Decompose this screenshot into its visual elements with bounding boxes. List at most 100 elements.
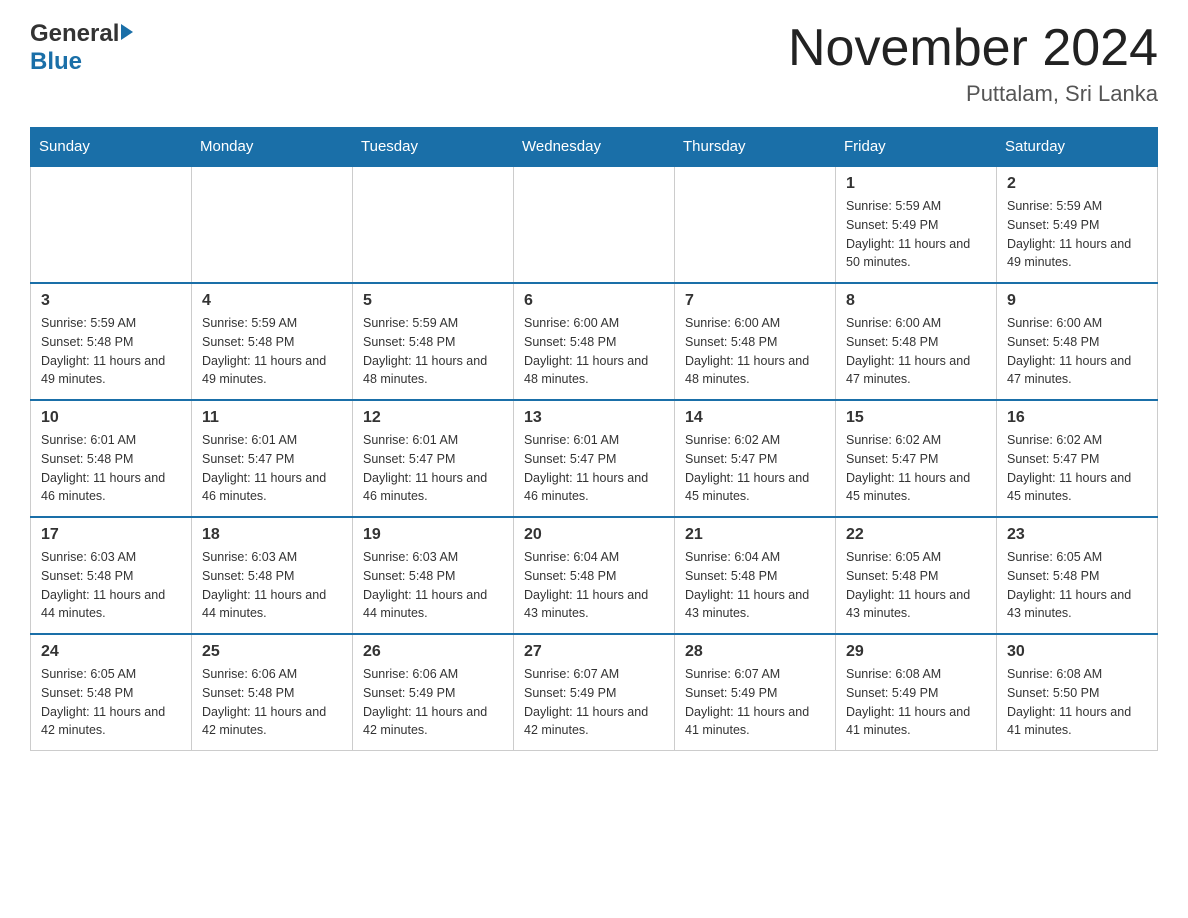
day-info: Sunrise: 6:04 AM Sunset: 5:48 PM Dayligh… xyxy=(524,548,664,623)
day-number: 23 xyxy=(1007,526,1147,544)
calendar-cell: 5 Sunrise: 5:59 AM Sunset: 5:48 PM Daylig… xyxy=(353,283,514,400)
calendar-cell: 29 Sunrise: 6:08 AM Sunset: 5:49 PM Dayli… xyxy=(836,634,997,751)
day-info: Sunrise: 6:00 AM Sunset: 5:48 PM Dayligh… xyxy=(685,314,825,389)
day-number: 10 xyxy=(41,409,181,427)
day-number: 9 xyxy=(1007,292,1147,310)
day-number: 25 xyxy=(202,643,342,661)
day-number: 3 xyxy=(41,292,181,310)
day-number: 12 xyxy=(363,409,503,427)
calendar-cell: 27 Sunrise: 6:07 AM Sunset: 5:49 PM Dayli… xyxy=(514,634,675,751)
day-number: 8 xyxy=(846,292,986,310)
week-row-4: 17 Sunrise: 6:03 AM Sunset: 5:48 PM Dayli… xyxy=(31,517,1158,634)
calendar-table: SundayMondayTuesdayWednesdayThursdayFrid… xyxy=(30,127,1158,751)
weekday-header-thursday: Thursday xyxy=(675,128,836,167)
weekday-header-saturday: Saturday xyxy=(997,128,1158,167)
day-number: 29 xyxy=(846,643,986,661)
day-info: Sunrise: 6:05 AM Sunset: 5:48 PM Dayligh… xyxy=(846,548,986,623)
week-row-3: 10 Sunrise: 6:01 AM Sunset: 5:48 PM Dayli… xyxy=(31,400,1158,517)
calendar-cell: 11 Sunrise: 6:01 AM Sunset: 5:47 PM Dayli… xyxy=(192,400,353,517)
calendar-cell: 19 Sunrise: 6:03 AM Sunset: 5:48 PM Dayli… xyxy=(353,517,514,634)
calendar-cell: 21Sunrise: 6:04 AM Sunset: 5:48 PM Dayli… xyxy=(675,517,836,634)
day-number: 24 xyxy=(41,643,181,661)
calendar-cell: 23 Sunrise: 6:05 AM Sunset: 5:48 PM Dayli… xyxy=(997,517,1158,634)
weekday-header-wednesday: Wednesday xyxy=(514,128,675,167)
calendar-cell: 8Sunrise: 6:00 AM Sunset: 5:48 PM Daylig… xyxy=(836,283,997,400)
day-number: 18 xyxy=(202,526,342,544)
weekday-header-row: SundayMondayTuesdayWednesdayThursdayFrid… xyxy=(31,128,1158,167)
calendar-cell: 15Sunrise: 6:02 AM Sunset: 5:47 PM Dayli… xyxy=(836,400,997,517)
day-number: 16 xyxy=(1007,409,1147,427)
day-info: Sunrise: 6:01 AM Sunset: 5:47 PM Dayligh… xyxy=(524,431,664,506)
day-info: Sunrise: 5:59 AM Sunset: 5:48 PM Dayligh… xyxy=(202,314,342,389)
calendar-cell: 24 Sunrise: 6:05 AM Sunset: 5:48 PM Dayli… xyxy=(31,634,192,751)
calendar-cell: 28 Sunrise: 6:07 AM Sunset: 5:49 PM Dayli… xyxy=(675,634,836,751)
logo-arrow-icon xyxy=(121,24,133,40)
calendar-cell: 25 Sunrise: 6:06 AM Sunset: 5:48 PM Dayli… xyxy=(192,634,353,751)
day-info: Sunrise: 6:01 AM Sunset: 5:48 PM Dayligh… xyxy=(41,431,181,506)
week-row-1: 1 Sunrise: 5:59 AM Sunset: 5:49 PM Daylig… xyxy=(31,166,1158,283)
day-number: 5 xyxy=(363,292,503,310)
logo-general-text: General xyxy=(30,20,119,48)
day-info: Sunrise: 6:05 AM Sunset: 5:48 PM Dayligh… xyxy=(41,665,181,740)
day-number: 6 xyxy=(524,292,664,310)
day-info: Sunrise: 6:02 AM Sunset: 5:47 PM Dayligh… xyxy=(685,431,825,506)
day-number: 14 xyxy=(685,409,825,427)
calendar-cell: 20 Sunrise: 6:04 AM Sunset: 5:48 PM Dayli… xyxy=(514,517,675,634)
day-number: 21 xyxy=(685,526,825,544)
day-number: 22 xyxy=(846,526,986,544)
calendar-cell: 13 Sunrise: 6:01 AM Sunset: 5:47 PM Dayli… xyxy=(514,400,675,517)
day-number: 4 xyxy=(202,292,342,310)
month-title: November 2024 xyxy=(788,20,1158,77)
calendar-cell: 3Sunrise: 5:59 AM Sunset: 5:48 PM Daylig… xyxy=(31,283,192,400)
day-number: 26 xyxy=(363,643,503,661)
page-header: General Blue November 2024 Puttalam, Sri… xyxy=(30,20,1158,107)
day-info: Sunrise: 5:59 AM Sunset: 5:49 PM Dayligh… xyxy=(846,197,986,272)
calendar-cell xyxy=(31,166,192,283)
calendar-cell xyxy=(353,166,514,283)
calendar-cell: 18Sunrise: 6:03 AM Sunset: 5:48 PM Dayli… xyxy=(192,517,353,634)
calendar-cell: 6 Sunrise: 6:00 AM Sunset: 5:48 PM Daylig… xyxy=(514,283,675,400)
day-number: 13 xyxy=(524,409,664,427)
calendar-cell: 12 Sunrise: 6:01 AM Sunset: 5:47 PM Dayli… xyxy=(353,400,514,517)
calendar-cell: 17Sunrise: 6:03 AM Sunset: 5:48 PM Dayli… xyxy=(31,517,192,634)
location-text: Puttalam, Sri Lanka xyxy=(788,81,1158,107)
day-number: 27 xyxy=(524,643,664,661)
day-info: Sunrise: 5:59 AM Sunset: 5:49 PM Dayligh… xyxy=(1007,197,1147,272)
day-info: Sunrise: 6:00 AM Sunset: 5:48 PM Dayligh… xyxy=(1007,314,1147,389)
day-info: Sunrise: 6:00 AM Sunset: 5:48 PM Dayligh… xyxy=(524,314,664,389)
day-info: Sunrise: 6:06 AM Sunset: 5:48 PM Dayligh… xyxy=(202,665,342,740)
day-number: 1 xyxy=(846,175,986,193)
day-info: Sunrise: 6:07 AM Sunset: 5:49 PM Dayligh… xyxy=(685,665,825,740)
calendar-cell: 1 Sunrise: 5:59 AM Sunset: 5:49 PM Daylig… xyxy=(836,166,997,283)
day-number: 30 xyxy=(1007,643,1147,661)
day-info: Sunrise: 6:01 AM Sunset: 5:47 PM Dayligh… xyxy=(202,431,342,506)
day-info: Sunrise: 6:08 AM Sunset: 5:49 PM Dayligh… xyxy=(846,665,986,740)
weekday-header-sunday: Sunday xyxy=(31,128,192,167)
calendar-cell: 22 Sunrise: 6:05 AM Sunset: 5:48 PM Dayli… xyxy=(836,517,997,634)
day-info: Sunrise: 6:05 AM Sunset: 5:48 PM Dayligh… xyxy=(1007,548,1147,623)
day-info: Sunrise: 6:01 AM Sunset: 5:47 PM Dayligh… xyxy=(363,431,503,506)
week-row-5: 24 Sunrise: 6:05 AM Sunset: 5:48 PM Dayli… xyxy=(31,634,1158,751)
day-number: 19 xyxy=(363,526,503,544)
day-number: 11 xyxy=(202,409,342,427)
logo: General Blue xyxy=(30,20,133,76)
day-number: 20 xyxy=(524,526,664,544)
calendar-cell: 7Sunrise: 6:00 AM Sunset: 5:48 PM Daylig… xyxy=(675,283,836,400)
day-number: 15 xyxy=(846,409,986,427)
weekday-header-monday: Monday xyxy=(192,128,353,167)
day-number: 17 xyxy=(41,526,181,544)
weekday-header-friday: Friday xyxy=(836,128,997,167)
logo-blue-text: Blue xyxy=(30,48,82,76)
day-info: Sunrise: 6:06 AM Sunset: 5:49 PM Dayligh… xyxy=(363,665,503,740)
calendar-cell: 4 Sunrise: 5:59 AM Sunset: 5:48 PM Daylig… xyxy=(192,283,353,400)
day-info: Sunrise: 6:03 AM Sunset: 5:48 PM Dayligh… xyxy=(363,548,503,623)
day-info: Sunrise: 6:07 AM Sunset: 5:49 PM Dayligh… xyxy=(524,665,664,740)
calendar-cell: 26 Sunrise: 6:06 AM Sunset: 5:49 PM Dayli… xyxy=(353,634,514,751)
calendar-cell: 14 Sunrise: 6:02 AM Sunset: 5:47 PM Dayli… xyxy=(675,400,836,517)
day-number: 28 xyxy=(685,643,825,661)
title-block: November 2024 Puttalam, Sri Lanka xyxy=(788,20,1158,107)
calendar-cell: 30Sunrise: 6:08 AM Sunset: 5:50 PM Dayli… xyxy=(997,634,1158,751)
weekday-header-tuesday: Tuesday xyxy=(353,128,514,167)
day-info: Sunrise: 5:59 AM Sunset: 5:48 PM Dayligh… xyxy=(363,314,503,389)
calendar-cell: 16Sunrise: 6:02 AM Sunset: 5:47 PM Dayli… xyxy=(997,400,1158,517)
